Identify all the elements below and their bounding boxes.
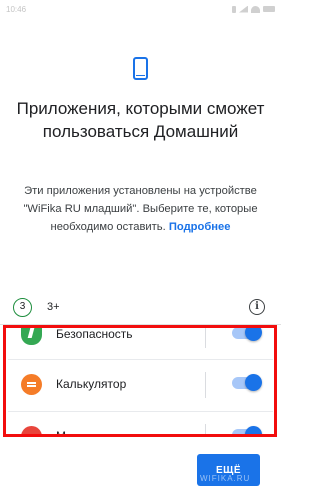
app-label: Калькулятор	[56, 377, 127, 391]
more-button[interactable]: ЕЩЁ	[197, 454, 260, 486]
bluetooth-icon	[232, 5, 236, 13]
row-divider	[8, 359, 273, 360]
calculator-icon	[21, 374, 42, 395]
smartphone-icon	[133, 57, 148, 80]
toggle-knob	[245, 325, 262, 341]
app-row-calculator[interactable]: Калькулятор	[0, 363, 281, 407]
signal-icon	[239, 5, 248, 13]
battery-icon	[263, 6, 275, 12]
app-label: Безопасность	[56, 327, 133, 341]
app-toggle-third[interactable]	[232, 426, 262, 437]
app-icon	[21, 426, 42, 437]
shield-icon	[21, 325, 42, 345]
status-time: 10:46	[6, 4, 27, 14]
app-label: М	[56, 429, 66, 437]
wifi-icon	[251, 5, 260, 13]
info-icon[interactable]: i	[249, 299, 265, 315]
app-count-badge: 3	[13, 298, 32, 317]
status-icons	[232, 5, 275, 13]
app-toggle-security[interactable]	[232, 325, 262, 341]
description: Эти приложения установлены на устройстве…	[22, 182, 259, 236]
app-row-security[interactable]: Безопасность	[0, 325, 281, 357]
row-separator	[205, 424, 206, 437]
app-row-third[interactable]: М	[0, 415, 281, 437]
page-title: Приложения, которыми сможет пользоваться…	[16, 99, 265, 141]
apps-section-header: 3 3+ i	[0, 296, 281, 322]
status-bar: 10:46	[0, 0, 281, 18]
toggle-knob	[245, 374, 262, 391]
row-separator	[205, 372, 206, 398]
row-separator	[205, 325, 206, 348]
app-toggle-calculator[interactable]	[232, 374, 262, 391]
toggle-knob	[245, 426, 262, 437]
app-list: Безопасность Калькулятор М	[0, 325, 281, 437]
learn-more-link[interactable]: Подробнее	[169, 221, 231, 233]
parental-apps-screen: 10:46 Приложения, которыми сможет пользо…	[0, 0, 281, 500]
row-divider	[8, 411, 273, 412]
age-rating-label: 3+	[47, 301, 60, 313]
